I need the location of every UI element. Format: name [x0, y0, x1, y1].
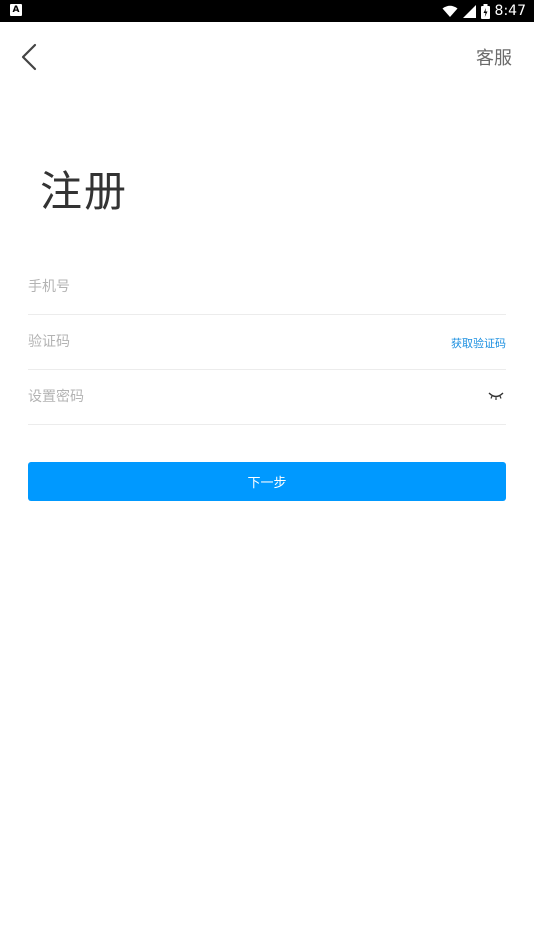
phone-field — [28, 260, 506, 315]
get-code-button[interactable]: 获取验证码 — [451, 335, 506, 351]
eye-closed-icon[interactable] — [488, 390, 504, 402]
password-field — [28, 370, 506, 425]
signal-icon — [462, 4, 476, 18]
battery-icon — [480, 3, 490, 19]
status-icons: 8:47 — [442, 0, 526, 22]
status-time: 8:47 — [494, 3, 526, 19]
verification-code-field: 获取验证码 — [28, 315, 506, 370]
chevron-left-icon — [21, 43, 37, 71]
header: 客服 — [0, 22, 534, 92]
password-input[interactable] — [28, 370, 506, 424]
page-title: 注册 — [40, 167, 129, 216]
verification-code-input[interactable] — [28, 315, 506, 369]
wifi-icon — [442, 5, 458, 17]
next-step-button[interactable]: 下一步 — [28, 462, 506, 501]
notification-icon: A — [10, 4, 22, 16]
status-bar: A 8:47 — [0, 0, 534, 22]
back-button[interactable] — [12, 40, 46, 74]
phone-input[interactable] — [28, 260, 506, 314]
customer-service-link[interactable]: 客服 — [476, 44, 512, 70]
